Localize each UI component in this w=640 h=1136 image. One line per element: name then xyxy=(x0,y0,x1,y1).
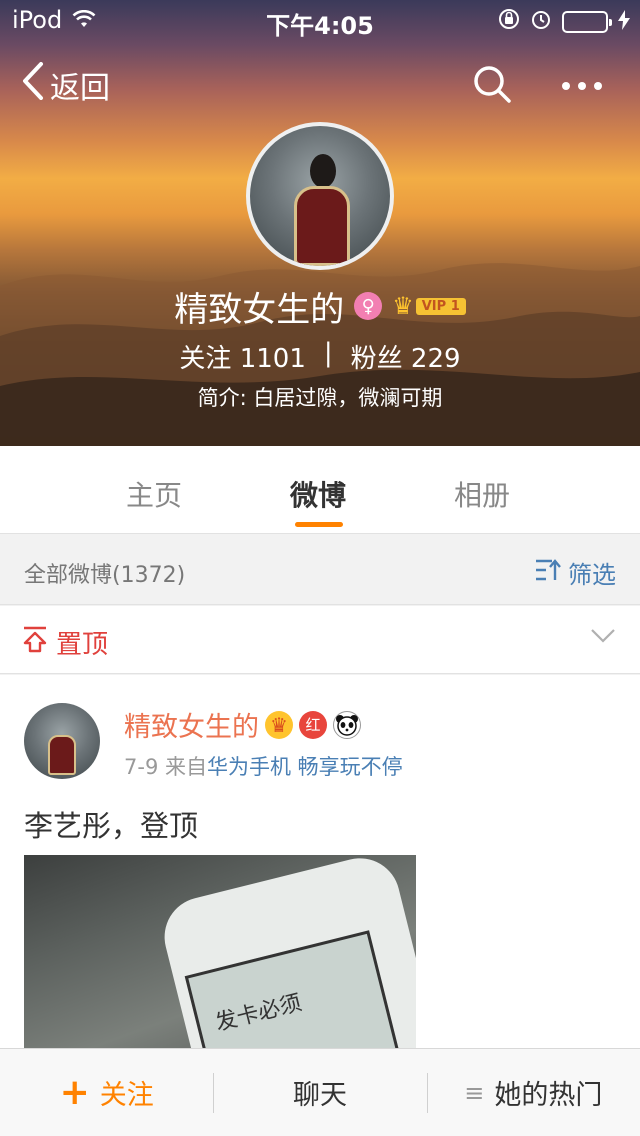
post-source-prefix: 来自 xyxy=(165,755,207,779)
filter-icon xyxy=(534,558,562,588)
profile-stats: 关注 1101 | 粉丝 229 xyxy=(0,338,640,375)
weibo-post[interactable]: 精致女生的 ♛ 红 7-9 来自华为手机 畅享玩不停 李艺彤，登顶 发卡必须 xyxy=(0,675,640,1055)
crown-icon: ♛ xyxy=(392,292,414,320)
post-text: 李艺彤，登顶 xyxy=(24,809,199,843)
post-avatar[interactable] xyxy=(24,703,100,779)
red-badge-icon: 红 xyxy=(299,710,327,739)
pinned-row[interactable]: 置顶 xyxy=(0,606,640,674)
post-source[interactable]: 华为手机 畅享玩不停 xyxy=(207,755,403,779)
active-tab-indicator xyxy=(295,522,343,527)
chat-button[interactable]: 聊天 xyxy=(213,1049,426,1136)
chevron-down-icon[interactable] xyxy=(590,628,616,648)
filter-label: 筛选 xyxy=(568,561,616,589)
hot-posts-button[interactable]: ≡ 她的热门 xyxy=(426,1049,640,1136)
following-label: 关注 xyxy=(179,344,232,374)
back-label: 返回 xyxy=(50,71,110,106)
avatar-figure-head xyxy=(310,154,336,188)
following-count: 1101 xyxy=(239,344,306,374)
charging-icon xyxy=(618,8,630,36)
post-meta: 7-9 来自华为手机 畅享玩不停 xyxy=(124,751,403,781)
profile-name: 精致女生的 xyxy=(174,289,345,330)
plus-icon: + xyxy=(59,1072,90,1113)
post-author-row: 精致女生的 ♛ 红 xyxy=(124,705,361,744)
female-icon: ♀ xyxy=(354,292,383,320)
followers-label: 粉丝 xyxy=(350,344,403,374)
panda-icon xyxy=(333,710,361,739)
profile-avatar[interactable] xyxy=(246,122,394,270)
more-icon[interactable] xyxy=(560,77,604,96)
weibo-count: 全部微博(1372) xyxy=(24,563,186,588)
following-stat[interactable]: 关注 1101 xyxy=(179,338,305,375)
followers-stat[interactable]: 粉丝 229 xyxy=(351,338,461,375)
back-button[interactable]: 返回 xyxy=(22,62,110,108)
profile-cover: iPod 下午4:05 返回 精致女生的 ♀ ♛ VIP 1 关注 1101 |… xyxy=(0,0,640,446)
battery-icon xyxy=(562,11,612,33)
filter-row: 全部微博(1372) 筛选 xyxy=(0,535,640,605)
tab-weibo[interactable]: 微博 xyxy=(290,474,346,514)
crown-icon: ♛ xyxy=(265,710,293,739)
bottom-action-bar: + 关注 聊天 ≡ 她的热门 xyxy=(0,1048,640,1136)
back-chevron-icon xyxy=(22,62,44,108)
vip-label: VIP 1 xyxy=(415,297,466,315)
tab-home[interactable]: 主页 xyxy=(126,474,182,514)
pinned-header: 置顶 xyxy=(22,624,108,661)
post-image[interactable]: 发卡必须 xyxy=(24,855,416,1055)
profile-tabs: 主页 微博 相册 xyxy=(0,446,640,534)
status-bar: iPod 下午4:05 xyxy=(0,0,640,40)
pinned-label: 置顶 xyxy=(56,630,109,660)
followers-count: 229 xyxy=(410,344,461,374)
post-date: 7-9 xyxy=(124,755,159,779)
stats-separator: | xyxy=(323,338,333,368)
vip-badge[interactable]: ♛ VIP 1 xyxy=(392,292,466,320)
list-icon: ≡ xyxy=(464,1078,485,1107)
alarm-icon xyxy=(530,8,552,36)
profile-bio: 简介: 白居过隙，微澜可期 xyxy=(197,386,443,410)
follow-button[interactable]: + 关注 xyxy=(0,1049,213,1136)
hot-posts-label: 她的热门 xyxy=(494,1080,603,1111)
pin-top-icon xyxy=(22,625,48,660)
follow-label: 关注 xyxy=(99,1080,154,1111)
profile-name-row: 精致女生的 ♀ ♛ VIP 1 xyxy=(0,282,640,330)
orientation-lock-icon xyxy=(498,8,520,36)
search-icon[interactable] xyxy=(472,64,512,108)
top-nav: 返回 xyxy=(0,58,640,114)
avatar-figure-cape xyxy=(294,186,350,266)
post-author[interactable]: 精致女生的 xyxy=(124,705,259,744)
tab-album[interactable]: 相册 xyxy=(454,474,510,514)
post-avatar-figure xyxy=(48,735,76,775)
filter-button[interactable]: 筛选 xyxy=(534,555,616,590)
chat-label: 聊天 xyxy=(292,1080,347,1111)
